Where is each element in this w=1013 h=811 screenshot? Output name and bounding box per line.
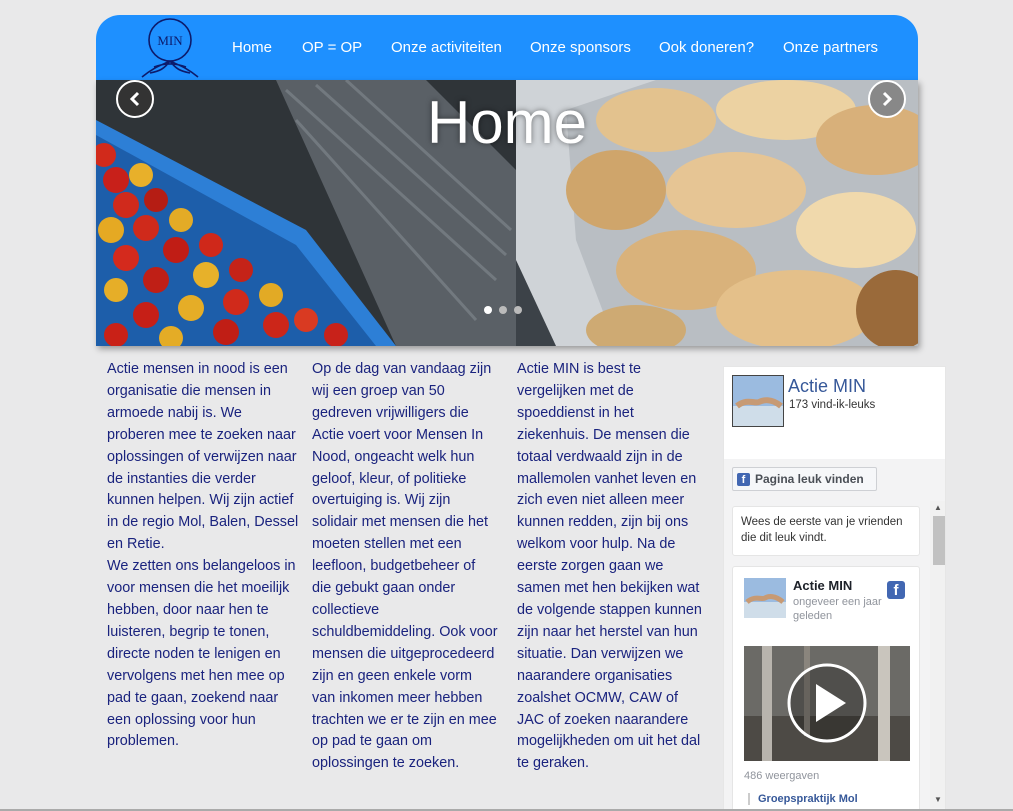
nav-doneren[interactable]: Ook doneren? <box>659 39 754 56</box>
paragraph: Actie MIN is best te vergelijken met de … <box>517 361 702 772</box>
fb-post: Actie MIN ongeveer een jaar geleden f 48… <box>732 566 920 810</box>
slide-dot[interactable] <box>514 306 522 314</box>
scroll-down-icon[interactable]: ▼ <box>934 795 942 804</box>
content-column-3: Actie MIN is best te vergelijken met de … <box>517 359 707 775</box>
paragraph: We zetten ons belangeloos in voor mensen… <box>107 558 296 750</box>
slide-indicators <box>484 306 522 314</box>
hero-slider: Home <box>96 80 918 346</box>
nav-activiteiten[interactable]: Onze activiteiten <box>391 39 502 56</box>
facebook-icon[interactable]: f <box>887 581 905 599</box>
chevron-left-icon <box>129 91 140 107</box>
facebook-page-widget: Actie MIN 173 vind-ik-leuks f Pagina leu… <box>723 366 946 811</box>
fb-post-time[interactable]: ongeveer een jaar geleden <box>793 595 893 623</box>
nav-home[interactable]: Home <box>232 39 272 56</box>
site-header: MIN Home OP = OP Onze activiteiten Onze … <box>96 15 918 81</box>
chevron-right-icon <box>882 91 893 107</box>
prev-slide-button[interactable] <box>116 80 154 118</box>
scrollbar-thumb[interactable] <box>933 516 945 565</box>
fb-post-author[interactable]: Actie MIN <box>793 578 852 593</box>
content-column-2: Op de dag van vandaag zijn wij een groep… <box>312 359 498 775</box>
main-nav: Home OP = OP Onze activiteiten Onze spon… <box>96 15 918 81</box>
nav-sponsors[interactable]: Onze sponsors <box>530 39 631 56</box>
fb-friends-note: Wees de eerste van je vrienden die dit l… <box>732 506 920 556</box>
nav-op-op[interactable]: OP = OP <box>302 39 362 56</box>
slide-dot[interactable] <box>499 306 507 314</box>
fb-page-header: Actie MIN 173 vind-ik-leuks <box>724 367 945 459</box>
fb-post-video[interactable] <box>744 646 910 761</box>
next-slide-button[interactable] <box>868 80 906 118</box>
slide-title: Home <box>426 89 588 156</box>
fb-shared-page-link[interactable]: Groepspraktijk Mol <box>748 793 858 805</box>
fb-post-views: 486 weergaven <box>744 770 820 782</box>
fb-like-page-button[interactable]: f Pagina leuk vinden <box>732 467 877 491</box>
slide-dot[interactable] <box>484 306 492 314</box>
fb-feed: Wees de eerste van je vrienden die dit l… <box>724 501 945 810</box>
paragraph: Actie mensen in nood is een organisatie … <box>107 361 299 553</box>
scroll-up-icon[interactable]: ▲ <box>934 503 942 512</box>
content-column-1: Actie mensen in nood is een organisatie … <box>107 359 301 753</box>
fb-like-count: 173 vind-ik-leuks <box>789 399 876 411</box>
fb-post-avatar[interactable] <box>744 578 786 618</box>
fb-page-avatar[interactable] <box>732 375 784 427</box>
fb-feed-scrollbar[interactable]: ▲ ▼ <box>930 501 945 808</box>
fb-page-name[interactable]: Actie MIN <box>788 376 866 397</box>
nav-partners[interactable]: Onze partners <box>783 39 878 56</box>
facebook-icon: f <box>737 472 750 486</box>
fb-like-label: Pagina leuk vinden <box>755 472 864 486</box>
paragraph: Op de dag van vandaag zijn wij een groep… <box>312 361 498 772</box>
